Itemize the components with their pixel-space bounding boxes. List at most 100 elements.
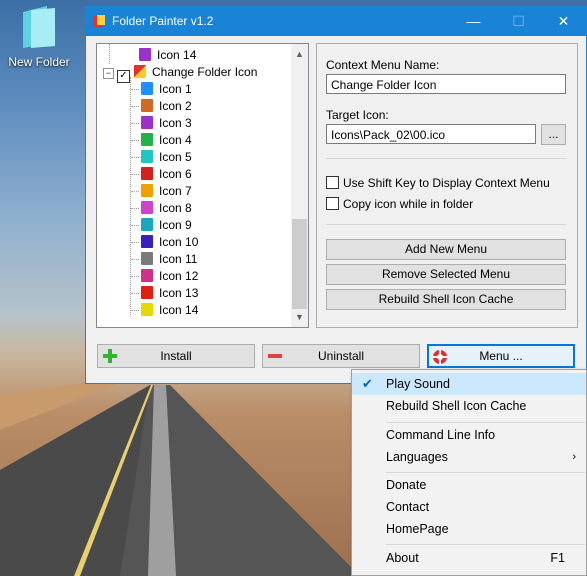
menu-item-label: HomePage: [386, 522, 449, 536]
remove-selected-menu-button[interactable]: Remove Selected Menu: [326, 264, 566, 285]
menu-item-label: Contact: [386, 500, 430, 514]
tree-connector: [131, 89, 139, 90]
scroll-down-icon[interactable]: ▼: [291, 309, 308, 326]
tree-item-label: Icon 12: [159, 269, 199, 283]
folder-icon: [141, 133, 153, 146]
folder-icon: [141, 167, 153, 180]
rebuild-cache-button[interactable]: Rebuild Shell Icon Cache: [326, 289, 566, 310]
tree-connector: [131, 293, 139, 294]
menu-separator: [386, 472, 585, 473]
menu-item-label: Play Sound: [386, 377, 450, 391]
tree-connector: [131, 225, 139, 226]
tree-item[interactable]: Icon 7: [141, 183, 192, 200]
checkbox-icon[interactable]: ✓: [117, 70, 130, 83]
menu-item-shortcut: F1: [550, 551, 565, 565]
folder-icon: [141, 99, 153, 112]
context-menu-name-input[interactable]: Change Folder Icon: [326, 74, 566, 94]
checkbox-icon[interactable]: [326, 197, 339, 210]
tree-item[interactable]: Icon 5: [141, 149, 192, 166]
folder-icon: [141, 303, 153, 316]
tree-connector: [131, 242, 139, 243]
options-menu: ✔ Play Sound Rebuild Shell Icon Cache Co…: [351, 369, 587, 576]
menu-item-command-line[interactable]: Command Line Info: [352, 424, 586, 446]
target-icon-label: Target Icon:: [326, 108, 389, 122]
tree-item[interactable]: Icon 10: [141, 234, 198, 251]
maximize-button[interactable]: ☐: [496, 7, 541, 36]
window-title: Folder Painter v1.2: [112, 14, 214, 28]
menu-item-homepage[interactable]: HomePage: [352, 518, 586, 540]
tree-item[interactable]: Icon 8: [141, 200, 192, 217]
folder-painter-window: Folder Painter v1.2 — ☐ ✕ Icon 14 − ✓ Chan…: [85, 6, 587, 384]
folder-icon: [141, 201, 153, 214]
tree-item[interactable]: Icon 6: [141, 166, 192, 183]
context-menu-name-label: Context Menu Name:: [326, 58, 440, 72]
tree-connector: [131, 123, 139, 124]
tree-item[interactable]: Icon 13: [141, 285, 198, 302]
menu-item-contact[interactable]: Contact: [352, 496, 586, 518]
menu-item-languages[interactable]: Languages ›: [352, 446, 586, 468]
shift-key-label: Use Shift Key to Display Context Menu: [343, 176, 550, 190]
tree-item-label: Icon 7: [159, 184, 192, 198]
install-button[interactable]: Install: [97, 344, 255, 368]
tree-item-label: Icon 8: [159, 201, 192, 215]
copy-icon-label: Copy icon while in folder: [343, 197, 474, 211]
tree-connector: [131, 140, 139, 141]
collapse-icon[interactable]: −: [103, 68, 114, 79]
tree-item-top[interactable]: Icon 14: [139, 47, 196, 64]
tree-item[interactable]: Icon 1: [141, 81, 192, 98]
tree-item[interactable]: Icon 12: [141, 268, 198, 285]
menu-item-about[interactable]: About F1: [352, 547, 586, 569]
tree-connector: [131, 276, 139, 277]
tree-item[interactable]: Icon 9: [141, 217, 192, 234]
menu-separator: [386, 544, 585, 545]
tree-item-label: Icon 13: [159, 286, 199, 300]
tree-item-label: Icon 1: [159, 82, 192, 96]
menu-item-label: About: [386, 551, 419, 565]
copy-icon-option[interactable]: Copy icon while in folder: [326, 196, 473, 212]
checkbox-icon[interactable]: [326, 176, 339, 189]
folder-icon: [141, 252, 153, 265]
folder-icon: [141, 150, 153, 163]
minimize-button[interactable]: —: [451, 7, 496, 36]
tree-item-label: Change Folder Icon: [152, 65, 258, 79]
tree-connector: [131, 191, 139, 192]
tree-item[interactable]: Icon 3: [141, 115, 192, 132]
menu-item-rebuild-cache[interactable]: Rebuild Shell Icon Cache: [352, 395, 586, 417]
tree-item-label: Icon 6: [159, 167, 192, 181]
menu-separator: [386, 422, 585, 423]
menu-label: Menu ...: [479, 349, 523, 363]
tree-item[interactable]: Icon 4: [141, 132, 192, 149]
menu-item-play-sound[interactable]: ✔ Play Sound: [352, 373, 586, 395]
desktop-folder[interactable]: New Folder: [4, 4, 74, 69]
uninstall-label: Uninstall: [317, 349, 365, 363]
close-button[interactable]: ✕: [541, 7, 586, 36]
folder-icon: [139, 48, 151, 61]
scroll-up-icon[interactable]: ▲: [291, 46, 308, 63]
menu-tree[interactable]: Icon 14 − ✓ Change Folder Icon Icon 1 Icon …: [96, 43, 309, 328]
chevron-right-icon: ›: [572, 451, 576, 463]
paint-icon: [134, 65, 146, 78]
folder-icon: [23, 6, 55, 48]
desktop-folder-label: New Folder: [8, 55, 70, 69]
tree-scrollbar[interactable]: ▲ ▼: [291, 44, 308, 327]
tree-item[interactable]: Icon 14: [141, 302, 198, 319]
browse-button[interactable]: ...: [541, 124, 566, 145]
menu-item-donate[interactable]: Donate: [352, 474, 586, 496]
tree-connector: [131, 208, 139, 209]
tree-item-label: Icon 2: [159, 99, 192, 113]
menu-item-label: Donate: [386, 478, 427, 492]
tree-item[interactable]: Icon 2: [141, 98, 192, 115]
tree-item-parent[interactable]: − ✓ Change Folder Icon: [103, 64, 258, 83]
uninstall-button[interactable]: Uninstall: [262, 344, 420, 368]
tree-item[interactable]: Icon 11: [141, 251, 197, 268]
menu-button[interactable]: Menu ...: [427, 344, 575, 368]
menu-item-label: Command Line Info: [386, 428, 496, 442]
target-icon-input[interactable]: Icons\Pack_02\00.ico: [326, 124, 536, 144]
scroll-thumb[interactable]: [292, 219, 307, 309]
shift-key-option[interactable]: Use Shift Key to Display Context Menu: [326, 175, 550, 191]
folder-icon: [141, 269, 153, 282]
title-bar[interactable]: Folder Painter v1.2 — ☐ ✕: [86, 7, 586, 36]
divider: [326, 224, 566, 225]
add-new-menu-button[interactable]: Add New Menu: [326, 239, 566, 260]
tree-item-label: Icon 10: [159, 235, 199, 249]
